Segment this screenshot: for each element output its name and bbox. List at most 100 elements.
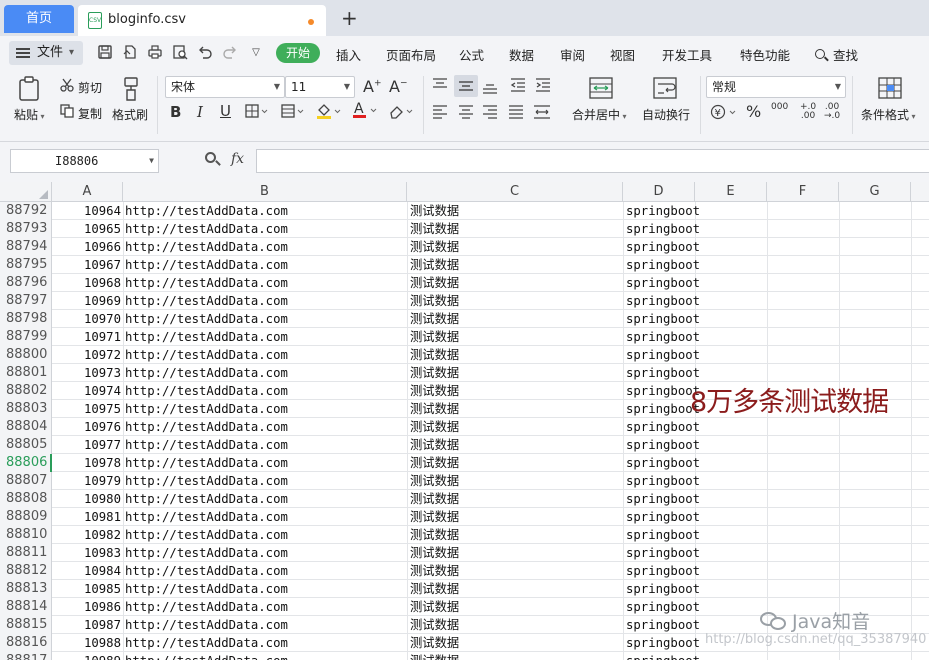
cell-b[interactable]: http://testAddData.com [125,598,288,616]
cell-d[interactable]: springboot [626,634,700,652]
cell-a[interactable]: 10981 [52,508,123,526]
column-header-a[interactable]: A [52,182,123,202]
cell-d[interactable]: springboot [626,526,700,544]
menu-developer[interactable]: 开发工具 [662,45,712,64]
row-header[interactable]: 88814 [0,598,52,616]
row-header[interactable]: 88806 [0,454,52,472]
cell-a[interactable]: 10984 [52,562,123,580]
tab-file-bloginfo[interactable]: CSV bloginfo.csv [78,5,326,36]
decrease-font-icon[interactable]: A− [389,77,408,96]
row-header[interactable]: 88805 [0,436,52,454]
row-header[interactable]: 88804 [0,418,52,436]
row-header[interactable]: 88807 [0,472,52,490]
cell-c[interactable]: 测试数据 [410,328,459,346]
cell-d[interactable]: springboot [626,220,700,238]
cell-a[interactable]: 10968 [52,274,123,292]
cell-d[interactable]: springboot [626,562,700,580]
row-header[interactable]: 88797 [0,292,52,310]
menu-insert[interactable]: 插入 [336,45,361,64]
cell-b[interactable]: http://testAddData.com [125,220,288,238]
column-header-c[interactable]: C [407,182,623,202]
print-preview-icon[interactable] [171,44,189,62]
cell-b[interactable]: http://testAddData.com [125,256,288,274]
cell-d[interactable]: springboot [626,508,700,526]
cell-b[interactable]: http://testAddData.com [125,274,288,292]
menu-data[interactable]: 数据 [509,45,534,64]
cell-d[interactable]: springboot [626,544,700,562]
cell-a[interactable]: 10985 [52,580,123,598]
cell-c[interactable]: 测试数据 [410,526,459,544]
column-header-d[interactable]: D [623,182,695,202]
insert-function-button[interactable]: fx [231,151,244,167]
paste-button[interactable]: 粘贴 ▾ [14,106,45,123]
cell-a[interactable]: 10969 [52,292,123,310]
borders-icon[interactable] [245,104,269,121]
cell-a[interactable]: 10979 [52,472,123,490]
row-header[interactable]: 88798 [0,310,52,328]
align-top-icon[interactable] [432,78,448,95]
copy-button[interactable]: 复制 [78,105,102,122]
font-color-icon[interactable]: A [352,101,378,123]
cut-button[interactable]: 剪切 [78,79,102,96]
cell-b[interactable]: http://testAddData.com [125,328,288,346]
cell-c[interactable]: 测试数据 [410,310,459,328]
decrease-indent-icon[interactable] [510,78,526,95]
menu-formula[interactable]: 公式 [459,45,484,64]
cell-a[interactable]: 10974 [52,382,123,400]
cell-d[interactable]: springboot [626,616,700,634]
cell-a[interactable]: 10978 [52,454,123,472]
clear-format-icon[interactable] [388,103,414,122]
menu-view[interactable]: 视图 [610,45,635,64]
cell-d[interactable]: springboot [626,436,700,454]
cell-a[interactable]: 10986 [52,598,123,616]
underline-icon[interactable]: U [220,102,231,120]
cell-b[interactable]: http://testAddData.com [125,310,288,328]
cell-a[interactable]: 10982 [52,526,123,544]
cell-d[interactable]: springboot [626,346,700,364]
cell-c[interactable]: 测试数据 [410,274,459,292]
cell-c[interactable]: 测试数据 [410,544,459,562]
row-header[interactable]: 88813 [0,580,52,598]
row-header[interactable]: 88810 [0,526,52,544]
row-header[interactable]: 88802 [0,382,52,400]
number-format-select[interactable]: 常规 ▼ [706,76,846,98]
cell-a[interactable]: 10975 [52,400,123,418]
menu-review[interactable]: 审阅 [560,45,585,64]
cell-a[interactable]: 10980 [52,490,123,508]
cell-a[interactable]: 10965 [52,220,123,238]
row-header[interactable]: 88815 [0,616,52,634]
row-header[interactable]: 88817 [0,652,52,660]
increase-indent-icon[interactable] [535,78,551,95]
conditional-format-button[interactable]: 条件格式 ▾ [861,106,916,123]
cell-c[interactable]: 测试数据 [410,652,459,660]
cell-d[interactable]: springboot [626,652,700,660]
redo-icon[interactable] [221,44,239,62]
undo-icon[interactable] [196,44,214,62]
cell-c[interactable]: 测试数据 [410,382,459,400]
cell-d[interactable]: springboot [626,418,700,436]
align-bottom-icon[interactable] [482,80,498,97]
cell-d[interactable]: springboot [626,202,700,220]
cell-b[interactable]: http://testAddData.com [125,382,288,400]
row-header[interactable]: 88792 [0,202,52,220]
align-middle-icon[interactable] [458,80,474,97]
cell-a[interactable]: 10988 [52,634,123,652]
column-header-f[interactable]: F [767,182,839,202]
quick-access-more-icon[interactable]: ▽ [247,44,265,62]
cell-d[interactable]: springboot [626,598,700,616]
cell-b[interactable]: http://testAddData.com [125,544,288,562]
cell-b[interactable]: http://testAddData.com [125,238,288,256]
menu-search[interactable]: 查找 [815,45,858,64]
thousands-separator-button[interactable]: 000 [771,103,788,112]
font-name-select[interactable]: 宋体 ▼ [165,76,285,98]
tab-home[interactable]: 首页 [4,5,74,33]
row-header[interactable]: 88794 [0,238,52,256]
column-header-b[interactable]: B [123,182,407,202]
cell-c[interactable]: 测试数据 [410,202,459,220]
cell-c[interactable]: 测试数据 [410,562,459,580]
cell-a[interactable]: 10971 [52,328,123,346]
spreadsheet-grid[interactable]: A B C D E F G 88792 10964 http://testAddDa… [0,182,929,660]
cell-c[interactable]: 测试数据 [410,238,459,256]
row-header[interactable]: 88795 [0,256,52,274]
row-header[interactable]: 88811 [0,544,52,562]
